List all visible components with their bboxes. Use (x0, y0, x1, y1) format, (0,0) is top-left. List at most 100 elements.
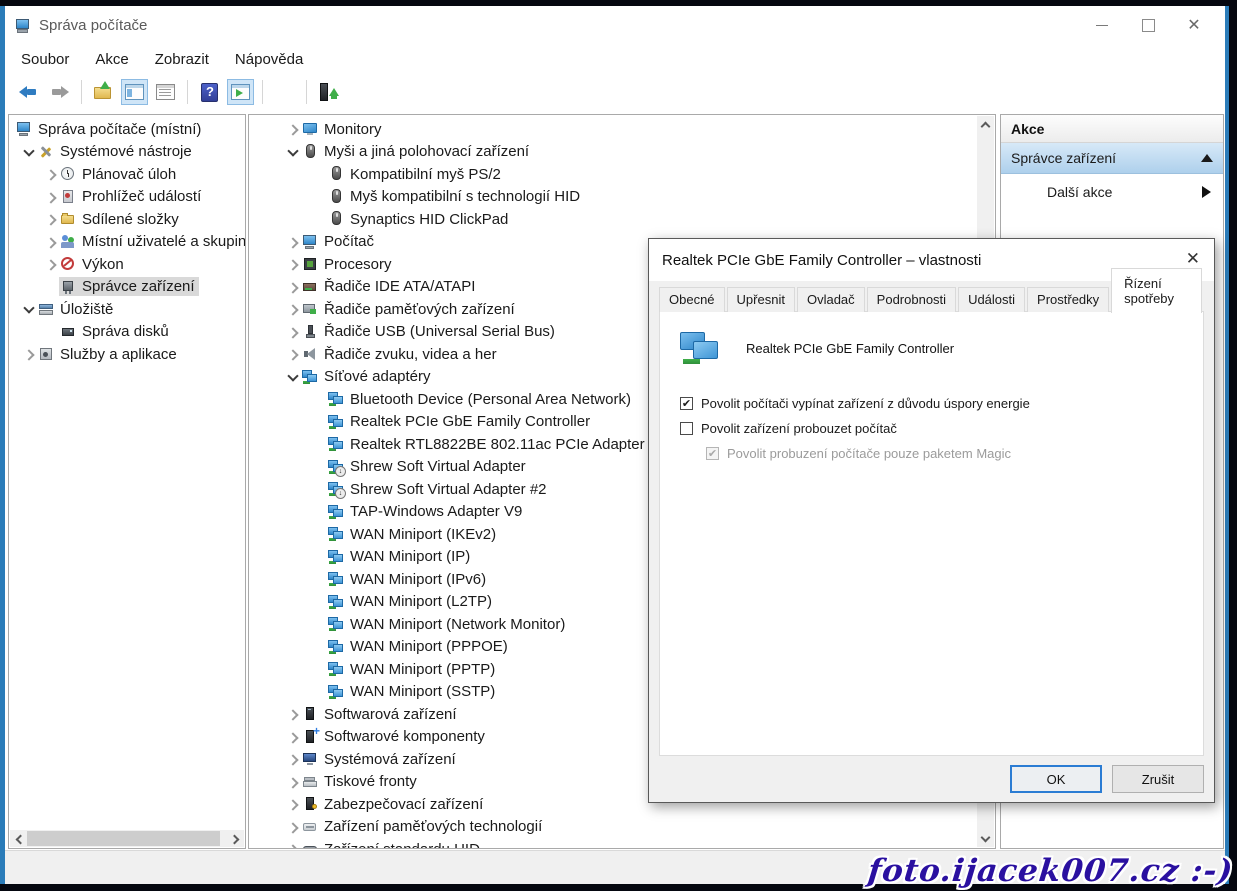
scroll-down-icon[interactable] (977, 830, 994, 847)
device-tree-item-core[interactable]: Zařízení paměťových technologií (301, 817, 546, 836)
console-tree-item-core[interactable]: Služby a aplikace (37, 345, 181, 364)
console-tree-item[interactable]: Služby a aplikace (9, 343, 245, 366)
close-button[interactable]: ✕ (1171, 10, 1217, 40)
action-pane-toggle-icon[interactable] (227, 79, 254, 105)
console-tree-item-core[interactable]: Správce zařízení (59, 277, 199, 296)
chevron-collapsed-icon[interactable] (285, 121, 301, 137)
device-tree-item-core[interactable]: WAN Miniport (L2TP) (327, 592, 496, 611)
tab-podrobnosti[interactable]: Podrobnosti (867, 287, 956, 312)
device-tree-item-core[interactable]: WAN Miniport (IKEv2) (327, 525, 500, 544)
back-icon[interactable] (15, 79, 42, 105)
chevron-expanded-icon[interactable] (21, 301, 37, 317)
device-tree-item-core[interactable]: Softwarová zařízení (301, 705, 461, 724)
device-tree-item-core[interactable]: WAN Miniport (IPv6) (327, 570, 490, 589)
tab-upřesnit[interactable]: Upřesnit (727, 287, 795, 312)
device-tree-item-core[interactable]: Realtek RTL8822BE 802.11ac PCIe Adapter (327, 435, 649, 454)
device-tree-item-core[interactable]: WAN Miniport (SSTP) (327, 682, 499, 701)
console-tree-item-core[interactable]: Sdílené složky (59, 210, 183, 229)
device-tree-item-core[interactable]: Systémová zařízení (301, 750, 460, 769)
device-tree-item[interactable]: Monitory (249, 118, 995, 141)
actions-section-device-manager[interactable]: Správce zařízení (1001, 143, 1223, 174)
device-tree-item[interactable]: Kompatibilní myš PS/2 (249, 163, 995, 186)
device-tree-item-core[interactable]: Realtek PCIe GbE Family Controller (327, 412, 594, 431)
device-tree-item[interactable]: Myš kompatibilní s technologií HID (249, 186, 995, 209)
device-tree-item[interactable]: Myši a jiná polohovací zařízení (249, 141, 995, 164)
console-tree-item[interactable]: Správa počítače (místní) (9, 118, 245, 141)
console-tree-item[interactable]: Prohlížeč událostí (9, 186, 245, 209)
console-tree-item-core[interactable]: Výkon (59, 255, 128, 274)
chevron-collapsed-icon[interactable] (285, 279, 301, 295)
ok-button[interactable]: OK (1010, 765, 1102, 793)
chevron-collapsed-icon[interactable] (285, 819, 301, 835)
device-tree-item-core[interactable]: WAN Miniport (PPPOE) (327, 637, 512, 656)
scroll-up-icon[interactable] (977, 116, 994, 133)
chevron-collapsed-icon[interactable] (285, 751, 301, 767)
console-tree-item-core[interactable]: Místní uživatelé a skupiny (59, 232, 246, 251)
device-tree-item-core[interactable]: Myši a jiná polohovací zařízení (301, 142, 533, 161)
console-tree-item[interactable]: Správa disků (9, 321, 245, 344)
uninstall-device-icon[interactable] (346, 79, 373, 105)
maximize-button[interactable] (1125, 10, 1171, 40)
chevron-collapsed-icon[interactable] (285, 324, 301, 340)
chevron-collapsed-icon[interactable] (285, 841, 301, 849)
dialog-close-button[interactable]: ✕ (1186, 249, 1200, 269)
scrollbar-thumb[interactable] (27, 831, 220, 846)
chevron-collapsed-icon[interactable] (285, 234, 301, 250)
chevron-collapsed-icon[interactable] (43, 189, 59, 205)
device-tree-item-core[interactable]: WAN Miniport (PPTP) (327, 660, 499, 679)
checkbox[interactable] (680, 397, 693, 410)
device-tree-item-core[interactable]: ↓Shrew Soft Virtual Adapter #2 (327, 480, 551, 499)
device-tree-item-core[interactable]: Zařízení standardu HID (301, 840, 484, 849)
console-tree-item[interactable]: Správce zařízení (9, 276, 245, 299)
scroll-right-icon[interactable] (227, 830, 244, 847)
device-tree-item-core[interactable]: Síťové adaptéry (301, 367, 435, 386)
console-tree-item-core[interactable]: Plánovač úloh (59, 165, 180, 184)
chevron-collapsed-icon[interactable] (43, 166, 59, 182)
menu-item-zobrazit[interactable]: Zobrazit (155, 51, 209, 68)
chevron-expanded-icon[interactable] (285, 369, 301, 385)
help-icon[interactable] (196, 79, 223, 105)
device-tree-item-core[interactable]: Synaptics HID ClickPad (327, 210, 512, 229)
chevron-collapsed-icon[interactable] (21, 346, 37, 362)
console-tree-item[interactable]: Systémové nástroje (9, 141, 245, 164)
chevron-collapsed-icon[interactable] (43, 234, 59, 250)
chevron-collapsed-icon[interactable] (285, 706, 301, 722)
console-tree-item[interactable]: Výkon (9, 253, 245, 276)
device-tree-item-core[interactable]: Kompatibilní myš PS/2 (327, 165, 505, 184)
device-tree-item-core[interactable]: Řadiče USB (Universal Serial Bus) (301, 322, 559, 341)
chevron-collapsed-icon[interactable] (285, 346, 301, 362)
device-tree-item-core[interactable]: Zabezpečovací zařízení (301, 795, 487, 814)
device-tree-item-core[interactable]: Řadiče zvuku, videa a her (301, 345, 501, 364)
cancel-button[interactable]: Zrušit (1112, 765, 1204, 793)
update-driver-icon[interactable] (315, 79, 342, 105)
device-tree-item-core[interactable]: Tiskové fronty (301, 772, 421, 791)
chevron-collapsed-icon[interactable] (43, 256, 59, 272)
menu-item-akce[interactable]: Akce (95, 51, 128, 68)
device-tree-item-core[interactable]: TAP-Windows Adapter V9 (327, 502, 526, 521)
console-tree-item-core[interactable]: Správa disků (59, 322, 173, 341)
console-tree-item[interactable]: Místní uživatelé a skupiny (9, 231, 245, 254)
chevron-collapsed-icon[interactable] (285, 729, 301, 745)
device-tree-item-core[interactable]: Počítač (301, 232, 378, 251)
device-tree-item-core[interactable]: WAN Miniport (IP) (327, 547, 474, 566)
tab-obecné[interactable]: Obecné (659, 287, 725, 312)
chevron-expanded-icon[interactable] (21, 144, 37, 160)
device-tree-item[interactable]: Zařízení paměťových technologií (249, 816, 995, 839)
device-tree-item[interactable]: Zařízení standardu HID (249, 838, 995, 849)
console-tree-item-core[interactable]: Prohlížeč událostí (59, 187, 205, 206)
device-tree-item-core[interactable]: Bluetooth Device (Personal Area Network) (327, 390, 635, 409)
device-tree-item-core[interactable]: Myš kompatibilní s technologií HID (327, 187, 584, 206)
collapse-icon[interactable] (1201, 154, 1213, 162)
device-tree-item-core[interactable]: Procesory (301, 255, 396, 274)
console-tree-item-core[interactable]: Správa počítače (místní) (15, 120, 205, 139)
console-tree-item[interactable]: Plánovač úloh (9, 163, 245, 186)
chevron-collapsed-icon[interactable] (285, 774, 301, 790)
chevron-collapsed-icon[interactable] (285, 256, 301, 272)
chevron-collapsed-icon[interactable] (43, 211, 59, 227)
console-tree-item-core[interactable]: Úložiště (37, 300, 117, 319)
scroll-left-icon[interactable] (10, 830, 27, 847)
device-tree-item[interactable]: Synaptics HID ClickPad (249, 208, 995, 231)
tab-prostředky[interactable]: Prostředky (1027, 287, 1109, 312)
tab-události[interactable]: Události (958, 287, 1025, 312)
device-tree-item-core[interactable]: WAN Miniport (Network Monitor) (327, 615, 569, 634)
